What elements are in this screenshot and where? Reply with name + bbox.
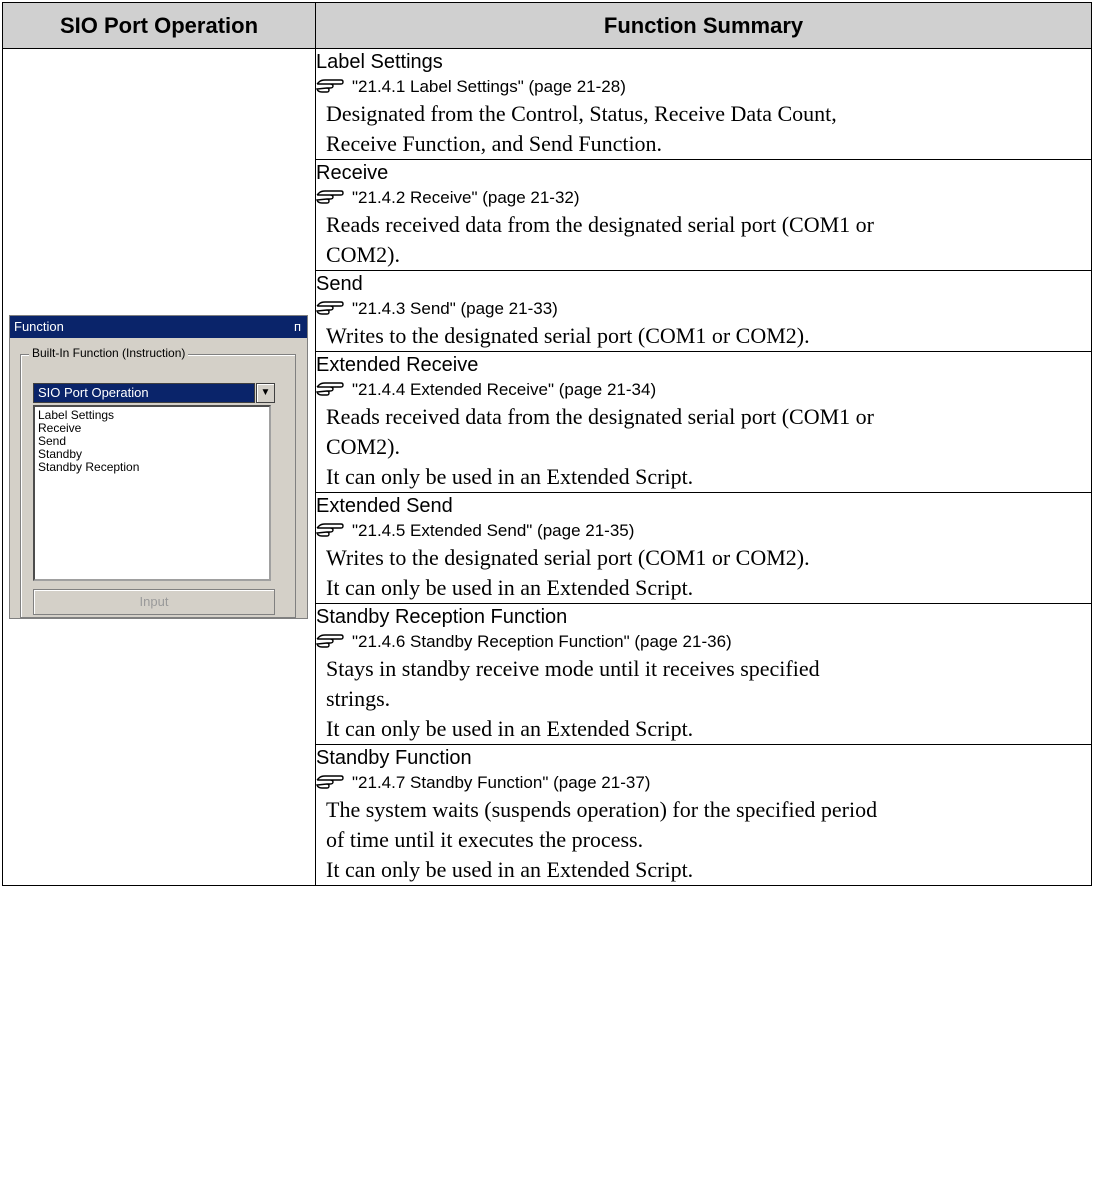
- function-name: Extended Send: [316, 495, 453, 517]
- description-line: Designated from the Control, Status, Rec…: [326, 101, 837, 126]
- description-line: Receive Function, and Send Function.: [326, 131, 663, 156]
- function-category-combo[interactable]: SIO Port Operation: [33, 383, 255, 403]
- pointing-hand-icon: [316, 523, 344, 537]
- sio-function-table: SIO Port Operation Function Summary Func…: [2, 2, 1092, 886]
- header-function-summary: Function Summary: [315, 2, 1092, 49]
- function-listbox[interactable]: Label Settings Receive Send Standby Standby …: [33, 405, 271, 581]
- input-button[interactable]: Input: [33, 589, 275, 615]
- function-name: Standby Reception Function: [316, 606, 568, 628]
- function-summary-cell: Send "21.4.3 Send" (page 21-33) Writes to …: [315, 270, 1092, 352]
- pointing-hand-icon: [316, 775, 344, 789]
- function-panel-cell: Function ᴨ Built-In Function (Instructio…: [2, 48, 316, 886]
- reference-link[interactable]: "21.4.3 Send" (page 21-33): [352, 297, 558, 321]
- function-summary-cell: Receive "21.4.2 Receive" (page 21-32) Read…: [315, 159, 1092, 271]
- list-item[interactable]: Receive: [38, 422, 266, 435]
- reference-link[interactable]: "21.4.7 Standby Function" (page 21-37): [352, 771, 650, 795]
- description-line: Writes to the designated serial port (CO…: [326, 323, 810, 348]
- description-line: Reads received data from the designated …: [326, 212, 874, 237]
- pointing-hand-icon: [316, 79, 344, 93]
- page-reference[interactable]: "21.4.4 Extended Receive" (page 21-34): [316, 378, 1091, 402]
- description-line: Reads received data from the designated …: [326, 404, 874, 429]
- builtin-function-group: Built-In Function (Instruction) SIO Port…: [20, 346, 296, 618]
- list-item[interactable]: Standby Reception: [38, 461, 266, 474]
- function-panel: Function ᴨ Built-In Function (Instructio…: [9, 315, 308, 619]
- table-row: Function ᴨ Built-In Function (Instructio…: [2, 48, 1092, 886]
- pointing-hand-icon: [316, 301, 344, 315]
- table-body: Function ᴨ Built-In Function (Instructio…: [2, 48, 1092, 886]
- description-line: COM2).: [326, 242, 400, 267]
- description-line: It can only be used in an Extended Scrip…: [326, 575, 694, 600]
- reference-link[interactable]: "21.4.5 Extended Send" (page 21-35): [352, 519, 634, 543]
- description-line: Writes to the designated serial port (CO…: [326, 545, 810, 570]
- reference-link[interactable]: "21.4.6 Standby Reception Function" (pag…: [352, 630, 732, 654]
- pointing-hand-icon: [316, 382, 344, 396]
- reference-link[interactable]: "21.4.1 Label Settings" (page 21-28): [352, 75, 626, 99]
- function-summary-cell: Label Settings "21.4.1 Label Settings" (p…: [315, 48, 1092, 160]
- panel-title-bar: Function ᴨ: [10, 316, 307, 338]
- page-reference[interactable]: "21.4.1 Label Settings" (page 21-28): [316, 75, 1091, 99]
- table-header-row: SIO Port Operation Function Summary: [2, 2, 1092, 49]
- chevron-down-icon[interactable]: ▼: [256, 383, 275, 403]
- page-reference[interactable]: "21.4.3 Send" (page 21-33): [316, 297, 1091, 321]
- reference-link[interactable]: "21.4.2 Receive" (page 21-32): [352, 186, 580, 210]
- reference-link[interactable]: "21.4.4 Extended Receive" (page 21-34): [352, 378, 656, 402]
- page-reference[interactable]: "21.4.5 Extended Send" (page 21-35): [316, 519, 1091, 543]
- function-name: Receive: [316, 162, 389, 184]
- page-reference[interactable]: "21.4.2 Receive" (page 21-32): [316, 186, 1091, 210]
- function-summary-cell: Standby Function "21.4.7 Standby Function…: [315, 744, 1092, 886]
- function-name: Extended Receive: [316, 354, 479, 376]
- pointing-hand-icon: [316, 190, 344, 204]
- function-name: Standby Function: [316, 747, 472, 769]
- function-summary-cell: Extended Receive "21.4.4 Extended Receive…: [315, 351, 1092, 493]
- pointing-hand-icon: [316, 634, 344, 648]
- description-line: It can only be used in an Extended Scrip…: [326, 464, 694, 489]
- description-line: The system waits (suspends operation) fo…: [326, 797, 878, 822]
- function-summary-cell: Standby Reception Function "21.4.6 Standb…: [315, 603, 1092, 745]
- group-label: Built-In Function (Instruction): [29, 346, 189, 360]
- page-reference[interactable]: "21.4.7 Standby Function" (page 21-37): [316, 771, 1091, 795]
- page-reference[interactable]: "21.4.6 Standby Reception Function" (pag…: [316, 630, 1091, 654]
- function-summary-cell: Extended Send "21.4.5 Extended Send" (pag…: [315, 492, 1092, 604]
- description-line: It can only be used in an Extended Scrip…: [326, 857, 694, 882]
- function-name: Send: [316, 273, 363, 295]
- description-line: of time until it executes the process.: [326, 827, 644, 852]
- header-sio-port-operation: SIO Port Operation: [2, 2, 316, 49]
- description-line: strings.: [326, 686, 391, 711]
- description-line: It can only be used in an Extended Scrip…: [326, 716, 694, 741]
- description-line: Stays in standby receive mode until it r…: [326, 656, 820, 681]
- description-line: COM2).: [326, 434, 400, 459]
- pin-icon[interactable]: ᴨ: [294, 316, 301, 338]
- panel-title: Function: [14, 319, 64, 334]
- function-name: Label Settings: [316, 51, 443, 73]
